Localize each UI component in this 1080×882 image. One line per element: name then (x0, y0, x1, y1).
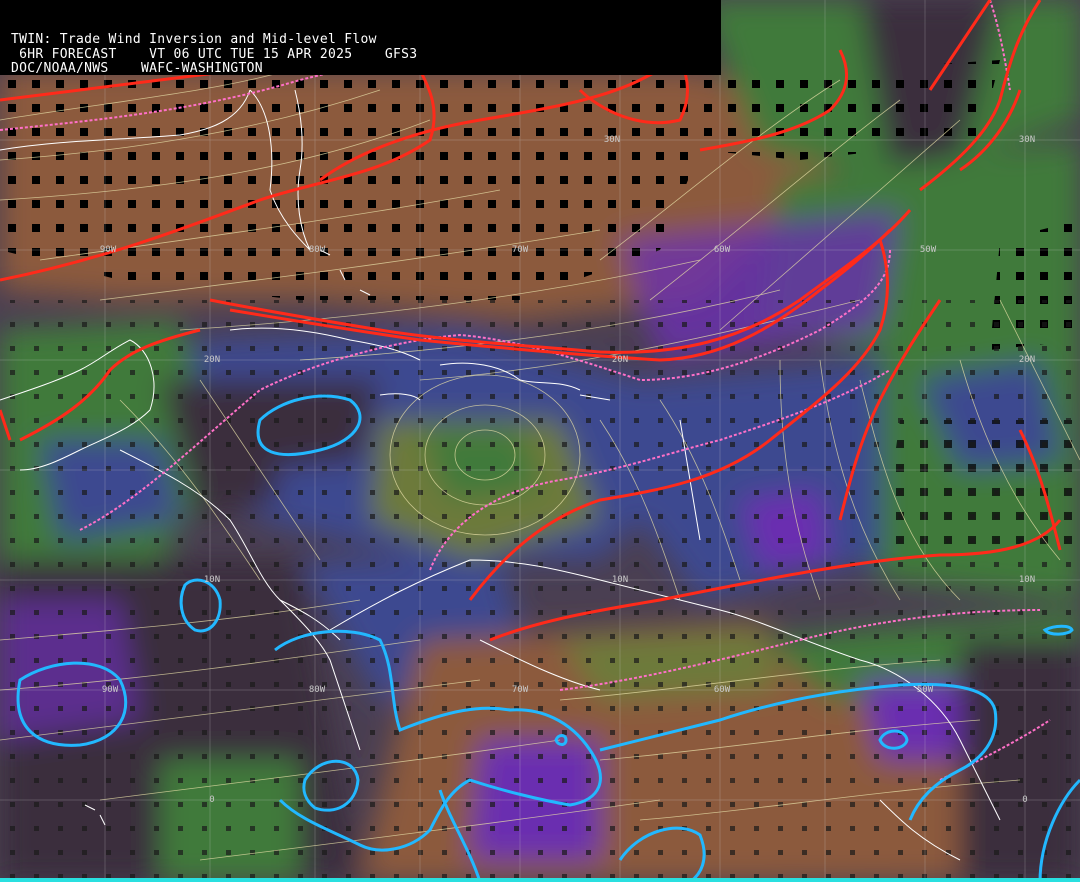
lat-label-0-east: 0 (1022, 795, 1028, 805)
map-title: TWIN: Trade Wind Inversion and Mid-level… (11, 32, 377, 47)
lon-label-70w-north: 70W (511, 245, 529, 255)
lon-label-90w-north: 90W (99, 245, 117, 255)
lat-label-20n-east: 20N (1018, 355, 1036, 365)
lon-label-60w-north: 60W (713, 245, 731, 255)
lon-label-90w-south: 90W (101, 685, 119, 695)
weather-map (0, 0, 1080, 882)
lat-label-20n-center: 20N (611, 355, 629, 365)
lat-label-10n-center: 10N (611, 575, 629, 585)
lon-label-50w-north: 50W (919, 245, 937, 255)
lat-label-0-west: 0 (209, 795, 215, 805)
forecast-info: 6HR FORECAST VT 06 UTC TUE 15 APR 2025 G… (11, 47, 418, 62)
bottom-border (0, 878, 1080, 882)
lon-label-60w-south: 60W (713, 685, 731, 695)
lat-label-30n: 30N (603, 135, 621, 145)
lat-label-30n-east: 30N (1018, 135, 1036, 145)
lon-label-80w-south: 80W (308, 685, 326, 695)
issuer-info: DOC/NOAA/NWS WAFC-WASHINGTON (11, 61, 263, 76)
lat-label-10n-east: 10N (1018, 575, 1036, 585)
lat-label-10n-west: 10N (203, 575, 221, 585)
lon-label-80w-north: 80W (308, 245, 326, 255)
lat-label-20n-west: 20N (203, 355, 221, 365)
lon-label-50w-south: 50W (916, 685, 934, 695)
lon-label-70w-south: 70W (511, 685, 529, 695)
